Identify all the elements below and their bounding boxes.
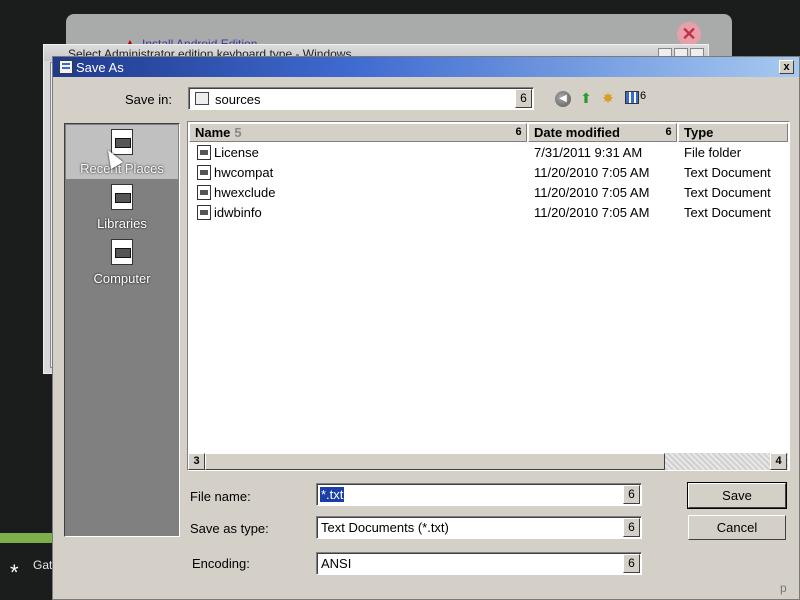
dialog-title: Save As	[76, 60, 124, 75]
column-header-date[interactable]: Date modified	[528, 123, 677, 142]
column-dropdown-icon[interactable]: 6	[662, 124, 675, 141]
file-icon	[197, 145, 211, 160]
file-date: 11/20/2010 7:05 AM	[534, 205, 650, 220]
column-header-name-label: Name	[195, 125, 231, 140]
file-row[interactable]: hwexclude 11/20/2010 7:05 AM Text Docume…	[189, 182, 787, 202]
taskbar-label: Gat	[33, 558, 53, 572]
save-as-type-value: Text Documents (*.txt)	[321, 520, 449, 535]
place-recent-places[interactable]: Recent Places	[66, 125, 178, 179]
star-icon: *	[10, 560, 19, 585]
file-date: 11/20/2010 7:05 AM	[534, 185, 650, 200]
place-label: Recent Places	[80, 161, 164, 176]
place-libraries[interactable]: Libraries	[66, 180, 178, 234]
dialog-titlebar[interactable]	[53, 57, 799, 77]
place-label: Computer	[93, 271, 151, 286]
file-name: hwexclude	[214, 185, 276, 200]
save-as-type-label: Save as type:	[190, 521, 269, 536]
chevron-down-icon[interactable]: 6	[515, 89, 532, 108]
file-row[interactable]: License 7/31/2011 9:31 AM File folder	[189, 142, 787, 162]
file-icon	[197, 165, 211, 180]
folder-icon	[195, 92, 209, 105]
notepad-icon	[59, 60, 73, 74]
scrollbar-thumb[interactable]	[205, 453, 665, 470]
progress-bar	[0, 533, 60, 543]
file-type: Text Document	[684, 205, 771, 220]
file-row[interactable]: idwbinfo 11/20/2010 7:05 AM Text Documen…	[189, 202, 787, 222]
file-icon	[197, 205, 211, 220]
file-name-input[interactable]: *.txt 6	[316, 483, 642, 506]
encoding-label: Encoding:	[192, 556, 250, 571]
scroll-left-button[interactable]: 3	[188, 453, 205, 470]
save-in-dropdown[interactable]: sources 6	[188, 87, 534, 110]
file-icon	[197, 185, 211, 200]
file-type: Text Document	[684, 185, 771, 200]
chevron-down-icon[interactable]: 6	[623, 554, 640, 573]
save-button[interactable]: Save	[688, 483, 786, 508]
place-label: Libraries	[97, 216, 147, 231]
encoding-dropdown[interactable]: ANSI 6	[316, 552, 642, 575]
computer-icon	[111, 239, 133, 265]
chevron-down-icon[interactable]: 6	[623, 518, 640, 537]
scroll-right-button[interactable]: 4	[770, 453, 787, 470]
file-date: 11/20/2010 7:05 AM	[534, 165, 650, 180]
file-name: idwbinfo	[214, 205, 262, 220]
back-arrow-icon[interactable]: ◀	[555, 91, 571, 107]
column-header-type[interactable]: Type	[678, 123, 788, 142]
cancel-button[interactable]: Cancel	[688, 515, 786, 540]
save-as-type-dropdown[interactable]: Text Documents (*.txt) 6	[316, 516, 642, 539]
save-in-label: Save in:	[125, 92, 172, 107]
file-type: File folder	[684, 145, 742, 160]
chevron-down-icon[interactable]: 6	[623, 485, 640, 504]
resize-grip-icon[interactable]: p	[780, 581, 787, 595]
view-menu-arrow[interactable]: 6	[640, 90, 646, 102]
view-menu-icon[interactable]	[625, 91, 639, 104]
file-type: Text Document	[684, 165, 771, 180]
new-folder-icon[interactable]: ✸	[598, 88, 618, 108]
file-name: hwcompat	[214, 165, 274, 180]
file-name: License	[214, 145, 259, 160]
sort-indicator-icon: 5	[234, 125, 242, 140]
close-icon[interactable]: ✕	[677, 22, 701, 46]
libraries-icon	[111, 184, 133, 210]
place-computer[interactable]: Computer	[66, 235, 178, 289]
file-name-value: *.txt	[320, 487, 345, 502]
file-date: 7/31/2011 9:31 AM	[534, 145, 643, 160]
file-name-label: File name:	[190, 489, 251, 504]
column-header-name[interactable]: Name 5	[189, 123, 527, 142]
close-button[interactable]: x	[779, 60, 794, 74]
file-row[interactable]: hwcompat 11/20/2010 7:05 AM Text Documen…	[189, 162, 787, 182]
encoding-value: ANSI	[321, 556, 352, 571]
up-folder-icon[interactable]: ⬆	[576, 88, 596, 108]
save-in-value: sources	[215, 92, 261, 107]
column-dropdown-icon[interactable]: 6	[512, 124, 525, 141]
